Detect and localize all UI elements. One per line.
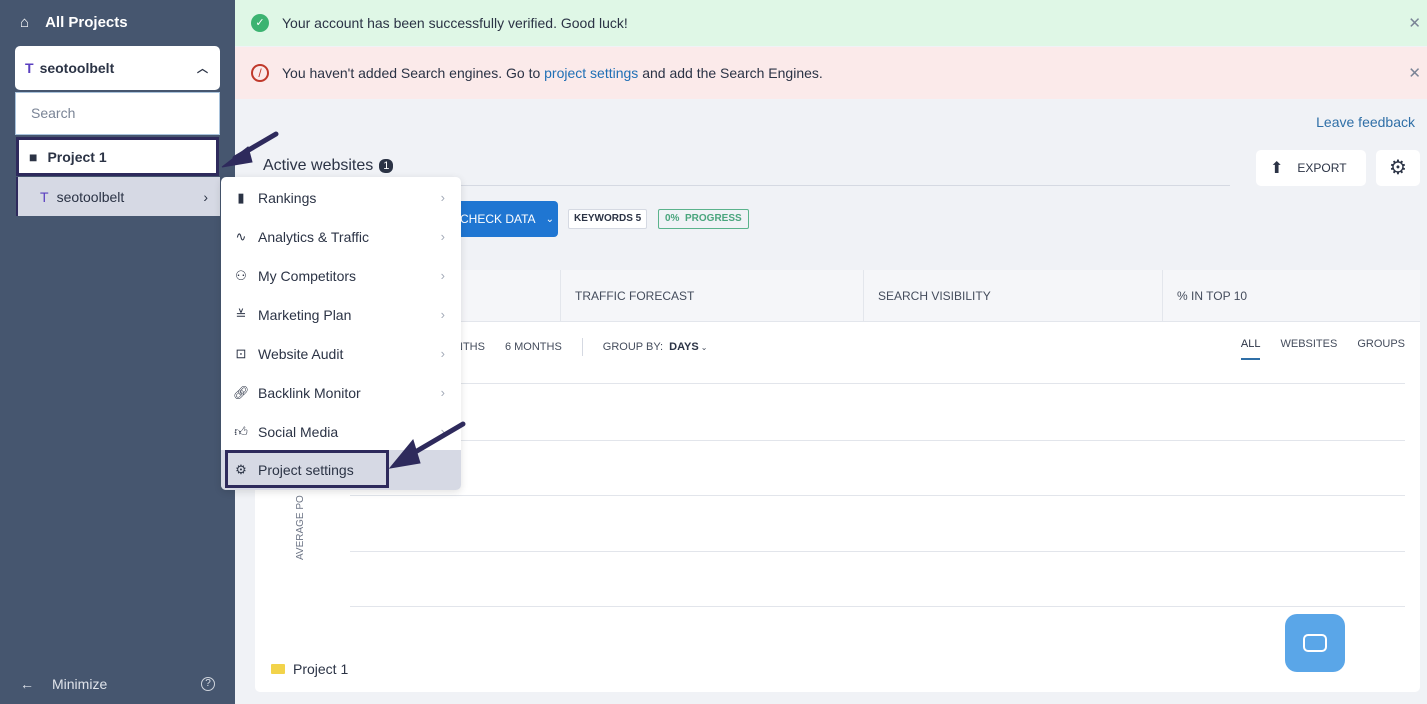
arrow-head: [221, 146, 253, 168]
annotation-arrows: [221, 131, 466, 469]
arrow-head: [388, 438, 421, 469]
